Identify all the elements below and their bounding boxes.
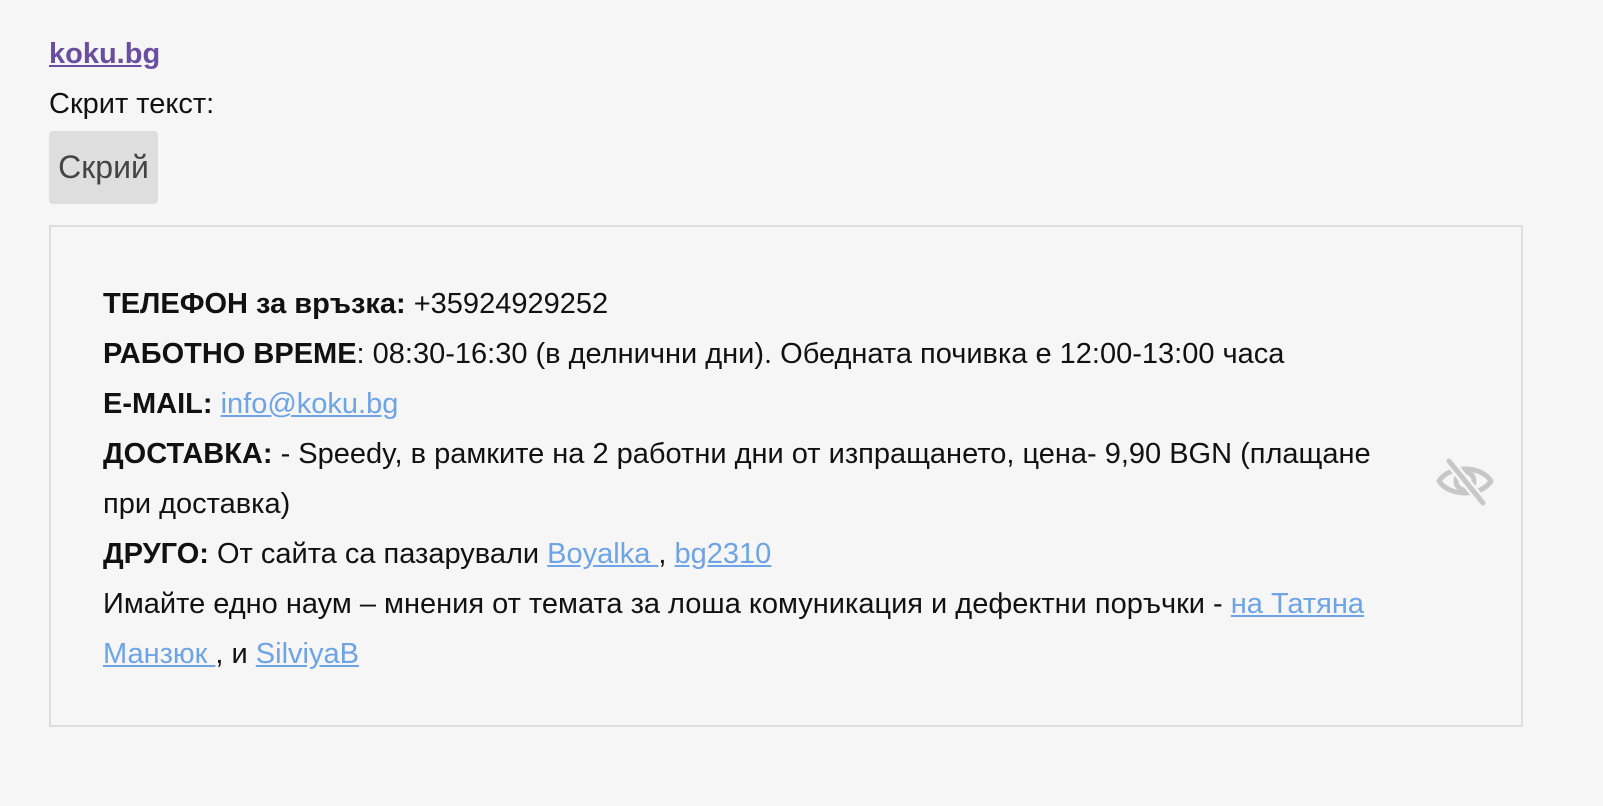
delivery-value: - Speedy, в рамките на 2 работни дни от … xyxy=(103,438,1371,520)
hidden-text-box: ТЕЛЕФОН за връзка: +35924929252 РАБОТНО … xyxy=(49,225,1523,727)
delivery-label: ДОСТАВКА: xyxy=(103,438,273,470)
user-link-boyalka[interactable]: Boyalka xyxy=(547,538,658,570)
other-sep: , xyxy=(658,538,675,570)
email-line: E-MAIL: info@koku.bg xyxy=(103,379,1423,429)
hours-line: РАБОТНО ВРЕМЕ: 08:30-16:30 (в делнични д… xyxy=(103,329,1423,379)
hours-value: : 08:30-16:30 (в делнични дни). Обедната… xyxy=(356,338,1285,370)
hidden-content: ТЕЛЕФОН за връзка: +35924929252 РАБОТНО … xyxy=(103,279,1423,679)
eye-slash-icon[interactable] xyxy=(1435,451,1495,511)
other-line: ДРУГО: От сайта са пазарували Boyalka , … xyxy=(103,529,1423,579)
phone-label: ТЕЛЕФОН за връзка: xyxy=(103,288,406,320)
note-line: Имайте едно наум – мнения от темата за л… xyxy=(103,579,1423,679)
hide-button[interactable]: Скрий xyxy=(49,131,158,204)
note-link-2[interactable]: SilviyaB xyxy=(256,638,359,670)
note-sep: , и xyxy=(215,638,256,670)
hidden-text-label: Скрит текст: xyxy=(49,88,215,120)
phone-value: +35924929252 xyxy=(405,288,609,320)
other-label: ДРУГО: xyxy=(103,538,209,570)
user-link-bg2310[interactable]: bg2310 xyxy=(675,538,772,570)
email-link[interactable]: info@koku.bg xyxy=(221,388,399,420)
other-value: От сайта са пазарували xyxy=(208,538,548,570)
note-text: Имайте едно наум – мнения от темата за л… xyxy=(103,588,1231,620)
email-sep xyxy=(213,388,221,420)
email-label: E-MAIL: xyxy=(103,388,213,420)
delivery-line: ДОСТАВКА: - Speedy, в рамките на 2 работ… xyxy=(103,429,1423,529)
site-link[interactable]: koku.bg xyxy=(49,38,160,71)
phone-line: ТЕЛЕФОН за връзка: +35924929252 xyxy=(103,279,1423,329)
hours-label: РАБОТНО ВРЕМЕ xyxy=(103,338,357,370)
